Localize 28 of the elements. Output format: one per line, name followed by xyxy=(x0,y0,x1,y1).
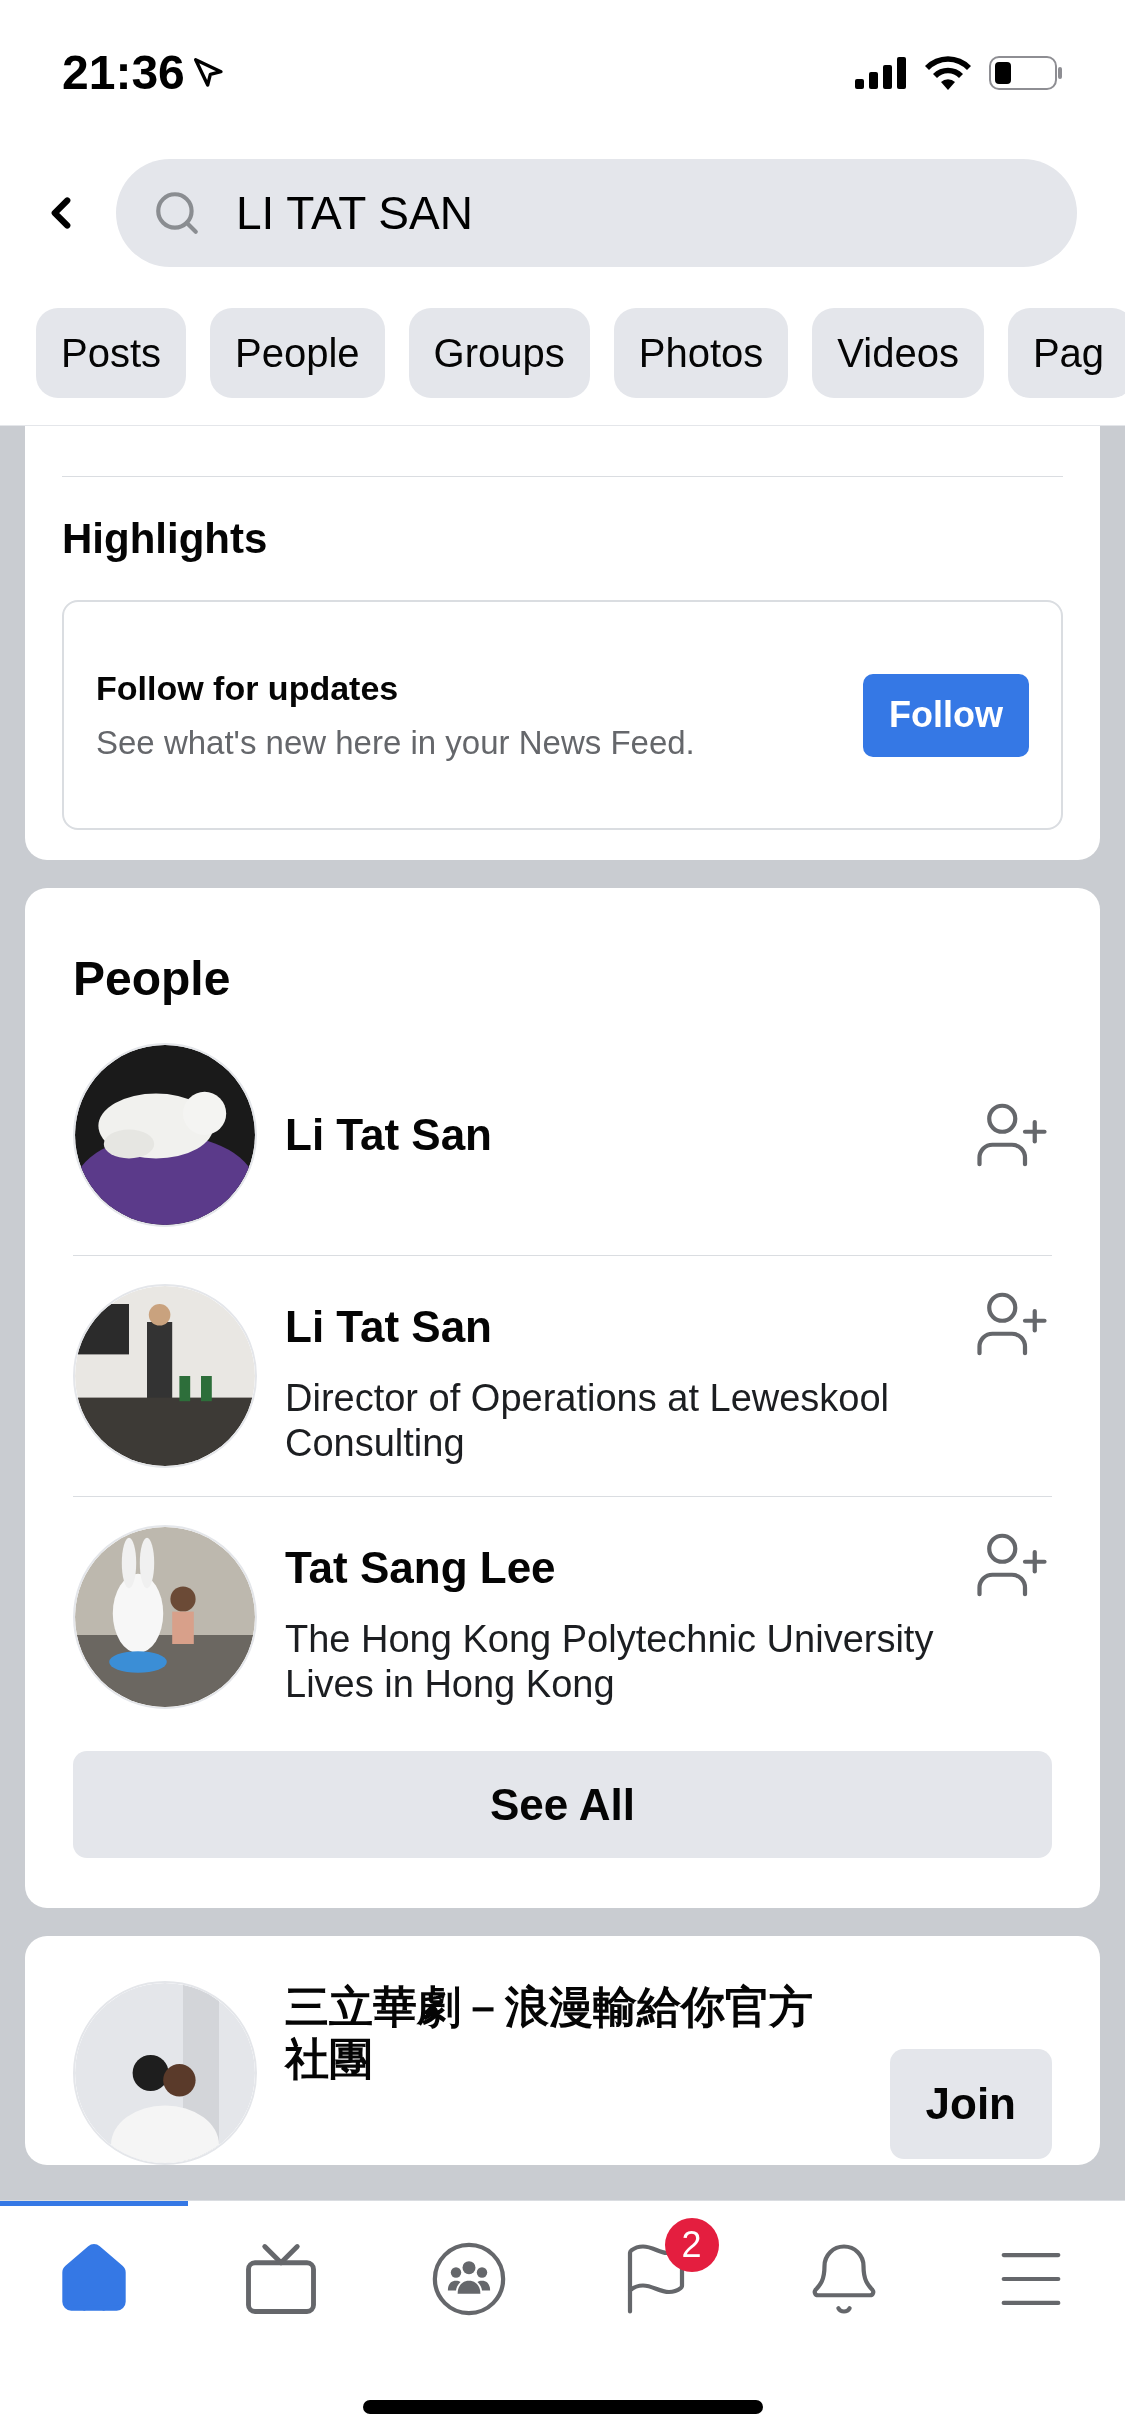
location-arrow-icon xyxy=(192,56,225,89)
person-detail: Lives in Hong Kong xyxy=(285,1662,616,1707)
status-time: 21:36 xyxy=(62,44,185,101)
filter-chip[interactable]: Videos xyxy=(812,307,984,398)
section-title: Highlights xyxy=(62,514,269,564)
battery-icon xyxy=(989,55,1063,90)
notification-badge: 2 xyxy=(664,2218,719,2272)
person-name[interactable]: Tat Sang Lee xyxy=(285,1535,944,1601)
section-title: People xyxy=(73,951,232,1007)
join-button[interactable]: Join xyxy=(889,2049,1052,2159)
person-name[interactable]: Li Tat San xyxy=(285,1102,944,1168)
filter-chip[interactable]: People xyxy=(210,307,385,398)
tab-bar-item[interactable]: 2 xyxy=(562,2201,750,2351)
follow-description: See what's new here in your News Feed. xyxy=(96,722,695,763)
person-detail: Director of Operations at Leweskool Consulting xyxy=(285,1376,891,1466)
follow-button[interactable]: Follow xyxy=(863,673,1029,757)
see-all-button[interactable]: See All xyxy=(73,1751,1052,1858)
filter-chip[interactable]: Pag xyxy=(1007,307,1125,398)
filter-chip[interactable]: Posts xyxy=(36,307,187,398)
person-detail: The Hong Kong Polytechnic University xyxy=(285,1617,935,1662)
signal-icon xyxy=(855,56,907,89)
filter-chip[interactable]: Groups xyxy=(408,307,590,398)
follow-heading: Follow for updates xyxy=(96,667,400,709)
search-field[interactable]: LI TAT SAN xyxy=(116,158,1077,267)
group-name[interactable]: 三立華劇－浪漫輸給你官方社團 xyxy=(285,1981,825,2085)
wifi-icon xyxy=(925,55,971,90)
person-name[interactable]: Li Tat San xyxy=(285,1294,944,1360)
filter-chip[interactable]: Photos xyxy=(613,307,789,398)
